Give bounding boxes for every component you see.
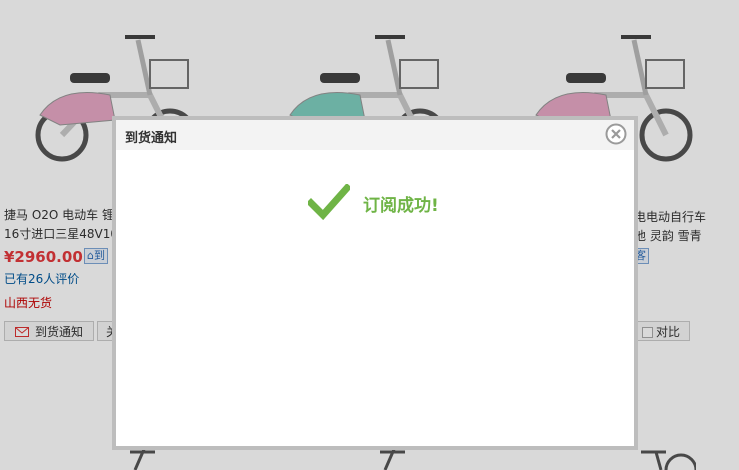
success-text: 订阅成功!: [363, 196, 439, 216]
checkmark-icon: [308, 184, 350, 220]
dialog-header: 到货通知: [116, 120, 634, 150]
close-circle-icon[interactable]: [605, 123, 627, 145]
dialog-title: 到货通知: [125, 131, 178, 146]
notify-dialog: 到货通知 订阅成功!: [112, 116, 638, 450]
dialog-body: 到货通知 订阅成功!: [116, 120, 634, 446]
